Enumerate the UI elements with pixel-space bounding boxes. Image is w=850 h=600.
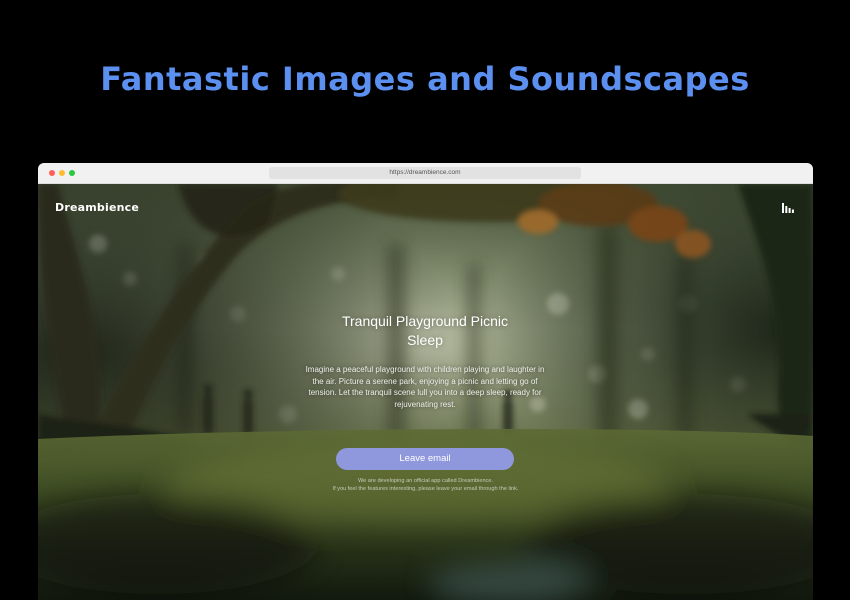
minimize-window-icon[interactable] (59, 170, 65, 176)
address-bar[interactable]: https://dreambience.com (269, 167, 581, 179)
app-note: We are developing an official app called… (38, 478, 813, 493)
app-note-line-1: We are developing an official app called… (357, 478, 494, 484)
scene-title: Tranquil Playground Picnic Sleep (341, 313, 508, 348)
browser-window: https://dreambience.com Dreambience Tran… (38, 163, 813, 600)
maximize-window-icon[interactable] (69, 170, 75, 176)
scene-description: Imagine a peaceful playground with child… (305, 365, 545, 409)
close-window-icon[interactable] (49, 170, 55, 176)
app-note-line-2: If you feel the features interesting, pl… (332, 485, 519, 492)
browser-titlebar: https://dreambience.com (38, 163, 813, 184)
website-viewport: Dreambience Tranquil Playground Picnic S… (38, 184, 813, 600)
leave-email-button[interactable]: Leave email (336, 448, 514, 470)
bars-icon[interactable] (782, 203, 794, 213)
site-logo[interactable]: Dreambience (55, 201, 139, 214)
page-headline: Fantastic Images and Soundscapes (100, 60, 750, 98)
